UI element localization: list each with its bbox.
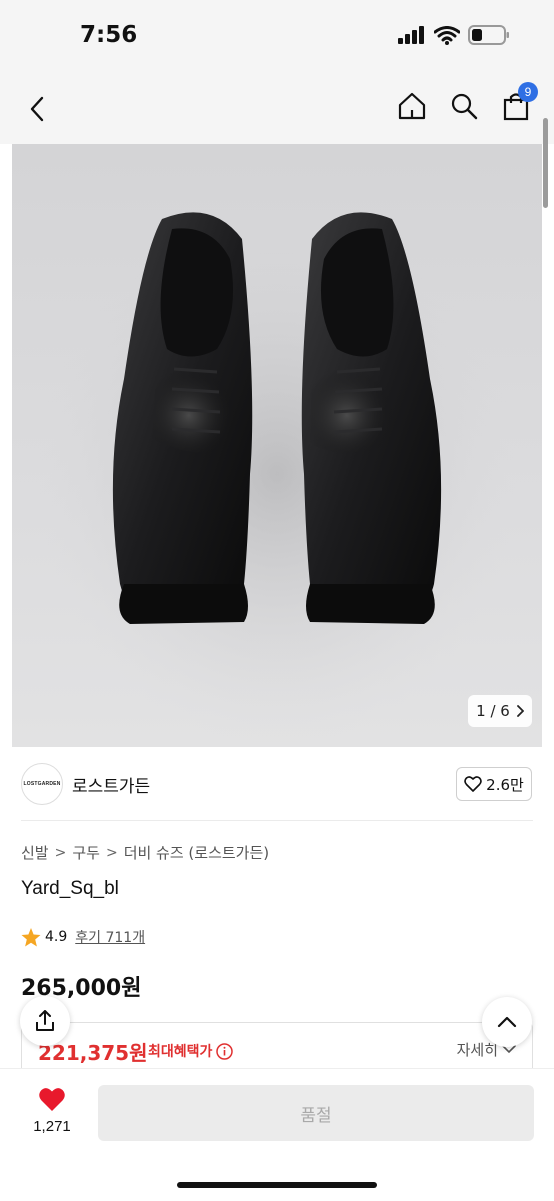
status-icons: [398, 25, 510, 45]
search-button[interactable]: [448, 90, 480, 122]
info-icon[interactable]: [216, 1042, 234, 1060]
review-link[interactable]: 후기 711개: [75, 927, 145, 947]
image-counter-text: 1 / 6: [476, 702, 510, 720]
cart-button[interactable]: 9: [500, 82, 538, 122]
cart-count-badge: 9: [518, 82, 538, 102]
status-time: 7:56: [80, 22, 138, 48]
heart-outline-icon: [464, 776, 482, 792]
rating-value: 4.9: [45, 929, 68, 945]
nav-bar: 9: [0, 72, 554, 144]
share-button[interactable]: [20, 996, 70, 1046]
chevron-left-icon: [30, 96, 44, 122]
divider: [21, 820, 533, 821]
product-name: Yard_Sq_bl: [21, 878, 119, 899]
image-counter[interactable]: 1 / 6: [468, 695, 532, 727]
breadcrumb-item[interactable]: 구두: [72, 842, 100, 863]
benefit-label: 최대혜택가: [148, 1044, 213, 1060]
benefit-label-group: 최대혜택가: [148, 1041, 234, 1061]
max-benefit-box[interactable]: 221,375원 최대혜택가 자세히: [21, 1022, 533, 1069]
breadcrumb: 신발 > 구두 > 더비 슈즈 (로스트가든): [21, 842, 269, 863]
search-icon: [451, 93, 478, 120]
nav-actions: 9: [396, 82, 538, 122]
product-photo: [37, 204, 517, 744]
home-icon: [398, 92, 426, 120]
signal-icon: [398, 26, 424, 44]
chevron-up-icon: [497, 1016, 517, 1028]
battery-icon: [468, 25, 509, 45]
brand-row[interactable]: LOSTGARDEN 로스트가든 2.6만: [0, 750, 554, 820]
soldout-button[interactable]: 품절: [98, 1085, 534, 1141]
brand-like-button[interactable]: 2.6만: [456, 767, 532, 801]
wifi-icon: [434, 25, 460, 45]
scroll-top-button[interactable]: [482, 997, 532, 1047]
breadcrumb-item[interactable]: 더비 슈즈 (로스트가든): [124, 842, 269, 863]
scrollbar[interactable]: [543, 118, 548, 208]
share-icon: [36, 1010, 54, 1031]
back-button[interactable]: [22, 94, 52, 124]
rating-row: 4.9 후기 711개: [21, 927, 145, 947]
brand-logo[interactable]: LOSTGARDEN: [21, 763, 63, 805]
wish-count: 1,271: [33, 1118, 71, 1135]
chevron-right-icon: >: [105, 844, 118, 861]
breadcrumb-item[interactable]: 신발: [21, 842, 49, 863]
home-indicator: [177, 1182, 377, 1188]
heart-filled-icon: [39, 1088, 65, 1111]
brand-like-count: 2.6만: [486, 775, 524, 794]
chevron-right-icon: >: [54, 844, 67, 861]
brand-name[interactable]: 로스트가든: [72, 772, 150, 797]
wish-button[interactable]: 1,271: [22, 1087, 82, 1135]
status-bar: 7:56: [0, 0, 554, 72]
product-image[interactable]: 1 / 6: [12, 144, 542, 747]
chevron-right-icon: [516, 705, 524, 717]
home-button[interactable]: [396, 90, 428, 122]
star-icon: [21, 927, 41, 946]
